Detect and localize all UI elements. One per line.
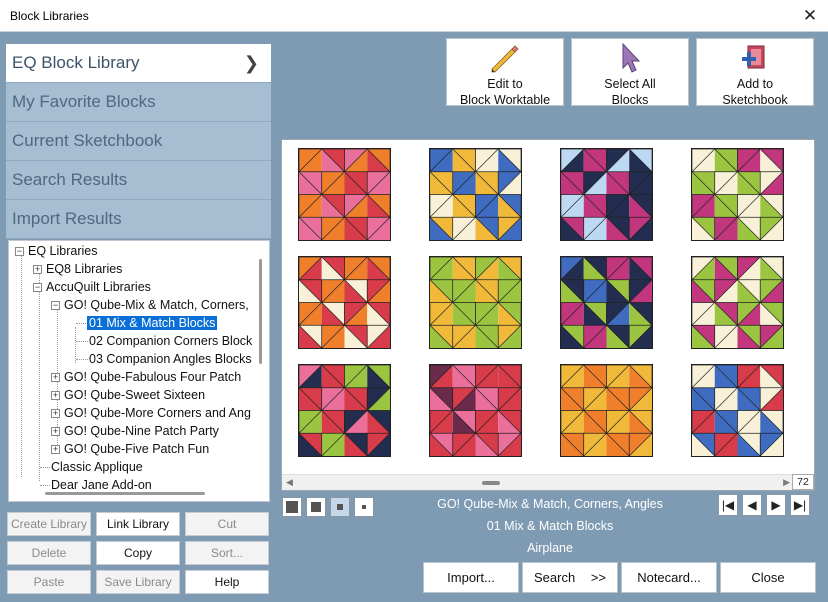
- search-button[interactable]: Search >>: [522, 562, 618, 593]
- notecard-button[interactable]: Notecard...: [621, 562, 717, 593]
- window-title: Block Libraries: [10, 9, 89, 23]
- pencil-icon: [491, 45, 519, 73]
- nav-search-results[interactable]: Search Results: [6, 161, 271, 200]
- search-label: Search: [533, 570, 576, 585]
- nav-import-results[interactable]: Import Results: [6, 200, 271, 239]
- library-tree[interactable]: − EQ Libraries + EQ8 Libraries − AccuQuilt …: [8, 240, 270, 502]
- scroll-right-icon[interactable]: ▶: [783, 477, 790, 488]
- nav-label: My Favorite Blocks: [12, 92, 156, 111]
- add-label-2: Sketchbook: [722, 93, 788, 107]
- tree-node[interactable]: + GO! Qube-Five Patch Fun: [51, 440, 209, 458]
- select-label-1: Select All: [604, 77, 656, 91]
- copy-button[interactable]: Copy: [96, 541, 180, 565]
- tree-node[interactable]: + GO! Qube-Nine Patch Party: [51, 422, 219, 440]
- paste-button[interactable]: Paste: [7, 570, 91, 594]
- tree-node-selected[interactable]: 01 Mix & Match Blocks: [85, 314, 219, 332]
- delete-button[interactable]: Delete: [7, 541, 91, 565]
- quilt-block-thumbnail[interactable]: [560, 148, 653, 241]
- quilt-block-thumbnail[interactable]: [691, 148, 784, 241]
- edit-label-1: Edit to: [487, 77, 523, 91]
- tree-node[interactable]: − GO! Qube-Mix & Match, Corners,: [51, 296, 249, 314]
- last-page-icon[interactable]: ▶|: [790, 494, 810, 516]
- nav-my-favorite-blocks[interactable]: My Favorite Blocks: [6, 83, 271, 122]
- quilt-block-thumbnail[interactable]: [429, 148, 522, 241]
- nav-label: Search Results: [12, 170, 128, 189]
- save-library-button[interactable]: Save Library: [96, 570, 180, 594]
- tree-node[interactable]: − EQ Libraries: [15, 242, 97, 260]
- close-button[interactable]: Close: [720, 562, 816, 593]
- sort-button[interactable]: Sort...: [185, 541, 269, 565]
- block-name: Airplane: [527, 541, 573, 555]
- sublibrary-name: 01 Mix & Match Blocks: [486, 519, 614, 533]
- edit-label-2: Block Worktable: [459, 93, 551, 107]
- tree-vertical-scrollbar[interactable]: [259, 259, 262, 364]
- chevron-right-icon: ❯: [243, 53, 259, 73]
- quilt-block-thumbnail[interactable]: [429, 256, 522, 349]
- search-arrow: >>: [590, 570, 606, 585]
- quilt-block-thumbnail[interactable]: [560, 364, 653, 457]
- quilt-block-thumbnail[interactable]: [691, 256, 784, 349]
- select-label-2: Blocks: [611, 93, 649, 107]
- quilt-block-thumbnail[interactable]: [429, 364, 522, 457]
- quilt-block-thumbnail[interactable]: [298, 148, 391, 241]
- close-icon[interactable]: ✕: [798, 4, 822, 28]
- previous-icon[interactable]: ◀: [742, 494, 762, 516]
- quilt-block-thumbnail[interactable]: [298, 256, 391, 349]
- tree-node[interactable]: + GO! Qube-Sweet Sixteen: [51, 386, 205, 404]
- view-size-small-button[interactable]: [330, 497, 350, 517]
- tree-node[interactable]: + GO! Qube-More Corners and Ang: [51, 404, 251, 422]
- nav-eq-block-library[interactable]: EQ Block Library ❯: [6, 44, 271, 83]
- select-all-blocks-button[interactable]: Select All Blocks: [571, 38, 689, 107]
- quilt-block-thumbnail[interactable]: [560, 256, 653, 349]
- first-page-icon[interactable]: |◀: [718, 494, 738, 516]
- help-button[interactable]: Help: [185, 570, 269, 594]
- create-library-button[interactable]: Create Library: [7, 512, 91, 536]
- add-label-1: Add to: [736, 77, 774, 91]
- nav-label: Import Results: [12, 209, 122, 228]
- viewer-horizontal-scrollbar[interactable]: ◀ ▶: [282, 474, 794, 490]
- block-count: 72: [792, 474, 814, 490]
- tree-node[interactable]: − AccuQuilt Libraries: [33, 278, 151, 296]
- next-icon[interactable]: ▶: [766, 494, 786, 516]
- tree-node[interactable]: 02 Companion Corners Block: [89, 332, 252, 350]
- arrow-cursor-icon: [622, 42, 641, 73]
- title-bar: Block Libraries ✕: [0, 0, 828, 32]
- view-size-large-button[interactable]: [282, 497, 302, 517]
- scroll-left-icon[interactable]: ◀: [286, 477, 293, 488]
- edit-to-worktable-button[interactable]: Edit to Block Worktable: [446, 38, 564, 107]
- quilt-block-thumbnail[interactable]: [691, 364, 784, 457]
- add-to-sketchbook-button[interactable]: Add to Sketchbook: [696, 38, 814, 107]
- view-size-tiny-button[interactable]: [354, 497, 374, 517]
- add-to-sketchbook-icon: [742, 45, 765, 69]
- quilt-block-thumbnail[interactable]: [298, 364, 391, 457]
- block-viewer[interactable]: ◀ ▶ 72: [281, 139, 815, 491]
- tree-node[interactable]: + EQ8 Libraries: [33, 260, 122, 278]
- view-size-medium-button[interactable]: [306, 497, 326, 517]
- tree-horizontal-scrollbar[interactable]: [45, 492, 205, 495]
- nav-current-sketchbook[interactable]: Current Sketchbook: [6, 122, 271, 161]
- library-name: GO! Qube-Mix & Match, Corners, Angles: [437, 497, 663, 511]
- tree-node[interactable]: 03 Companion Angles Blocks: [89, 350, 252, 368]
- cut-button[interactable]: Cut: [185, 512, 269, 536]
- import-button[interactable]: Import...: [423, 562, 519, 593]
- nav-label: Current Sketchbook: [12, 131, 163, 150]
- library-nav: EQ Block Library ❯ My Favorite Blocks Cu…: [6, 44, 271, 239]
- link-library-button[interactable]: Link Library: [96, 512, 180, 536]
- nav-label: EQ Block Library: [12, 53, 140, 72]
- tree-node[interactable]: + GO! Qube-Fabulous Four Patch: [51, 368, 241, 386]
- tree-node[interactable]: Classic Applique: [51, 458, 143, 476]
- scroll-thumb[interactable]: [482, 481, 500, 485]
